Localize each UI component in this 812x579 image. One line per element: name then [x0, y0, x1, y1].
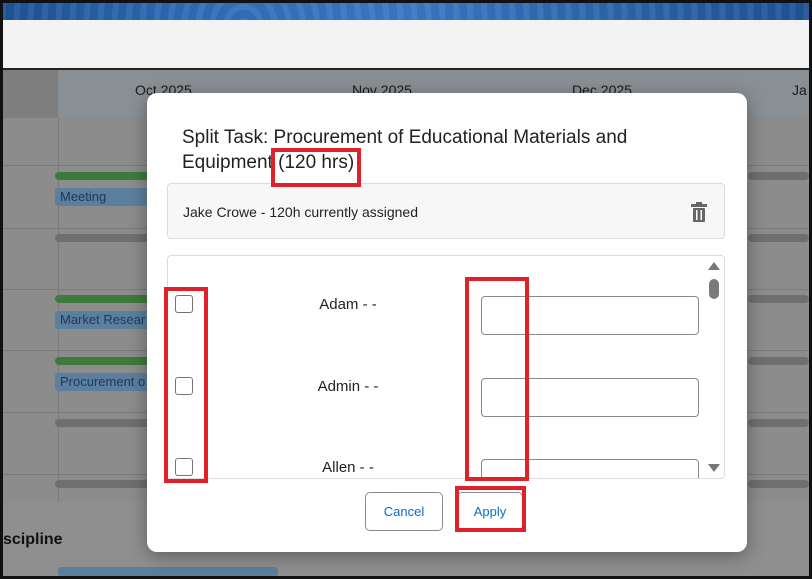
screenshot-frame: [0, 0, 812, 579]
